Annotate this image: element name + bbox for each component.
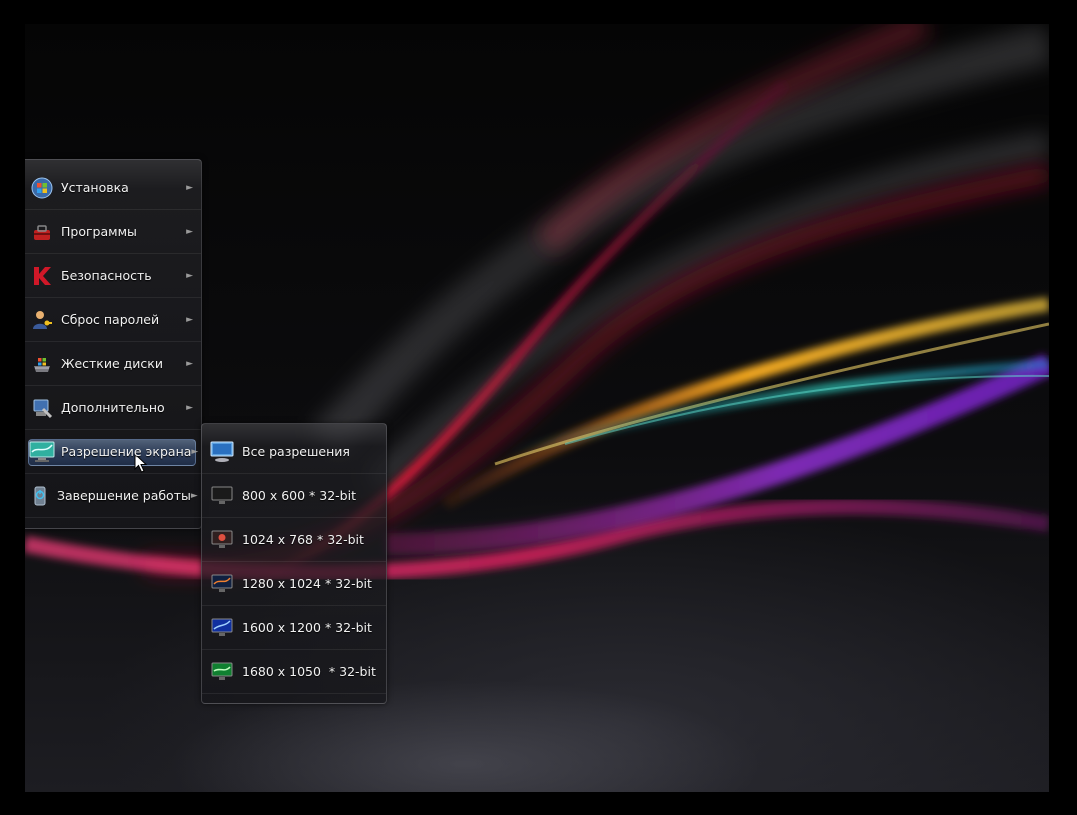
menu-item-advanced[interactable]: Дополнительно ► <box>25 386 201 430</box>
monitor-icon <box>29 439 55 465</box>
menu-item-screen-resolution[interactable]: Разрешение экрана ► <box>25 430 201 474</box>
monitor-icon <box>210 661 234 683</box>
main-menu: Установка ► Программы ► Безопасность ► С… <box>25 159 202 529</box>
menu-item-label: Жесткие диски <box>61 356 163 371</box>
windows-orb-icon <box>29 175 55 201</box>
submenu-item-label: 1680 x 1050 * 32-bit <box>242 664 376 679</box>
toolbox-icon <box>29 219 55 245</box>
monitor-icon <box>210 573 234 595</box>
monitor-icon <box>210 617 234 639</box>
hard-disk-icon <box>29 351 55 377</box>
chevron-right-icon: ► <box>190 490 198 501</box>
resolution-submenu: Все разрешения 800 x 600 * 32-bit 1024 x… <box>201 423 387 704</box>
menu-item-label: Дополнительно <box>61 400 165 415</box>
submenu-item-1024x768[interactable]: 1024 x 768 * 32-bit <box>202 518 386 562</box>
chevron-right-icon: ► <box>186 270 193 281</box>
submenu-item-1280x1024[interactable]: 1280 x 1024 * 32-bit <box>202 562 386 606</box>
submenu-item-label: 1024 x 768 * 32-bit <box>242 532 364 547</box>
chevron-right-icon: ► <box>191 446 199 457</box>
submenu-item-label: 1280 x 1024 * 32-bit <box>242 576 372 591</box>
submenu-item-all-resolutions[interactable]: Все разрешения <box>202 430 386 474</box>
menu-item-install[interactable]: Установка ► <box>25 166 201 210</box>
desktop: Установка ► Программы ► Безопасность ► С… <box>25 24 1049 792</box>
monitor-icon <box>210 441 234 463</box>
submenu-item-label: Все разрешения <box>242 444 350 459</box>
monitor-icon <box>210 529 234 551</box>
submenu-item-1600x1200[interactable]: 1600 x 1200 * 32-bit <box>202 606 386 650</box>
submenu-item-1680x1050[interactable]: 1680 x 1050 * 32-bit <box>202 650 386 694</box>
menu-item-label: Завершение работы <box>57 488 191 503</box>
menu-item-label: Программы <box>61 224 137 239</box>
menu-item-label: Разрешение экрана <box>61 444 192 459</box>
chevron-right-icon: ► <box>186 358 193 369</box>
menu-item-label: Установка <box>61 180 129 195</box>
submenu-item-label: 800 x 600 * 32-bit <box>242 488 356 503</box>
menu-item-shutdown[interactable]: Завершение работы ► <box>25 474 201 518</box>
shutdown-icon <box>29 483 51 509</box>
menu-item-label: Безопасность <box>61 268 152 283</box>
submenu-item-800x600[interactable]: 800 x 600 * 32-bit <box>202 474 386 518</box>
submenu-item-label: 1600 x 1200 * 32-bit <box>242 620 372 635</box>
menu-item-programs[interactable]: Программы ► <box>25 210 201 254</box>
user-key-icon <box>29 307 55 333</box>
chevron-right-icon: ► <box>186 226 193 237</box>
monitor-icon <box>210 485 234 507</box>
chevron-right-icon: ► <box>186 314 193 325</box>
menu-item-password-reset[interactable]: Сброс паролей ► <box>25 298 201 342</box>
menu-item-hard-disks[interactable]: Жесткие диски ► <box>25 342 201 386</box>
chevron-right-icon: ► <box>186 402 193 413</box>
kaspersky-icon <box>29 263 55 289</box>
chevron-right-icon: ► <box>186 182 193 193</box>
menu-item-security[interactable]: Безопасность ► <box>25 254 201 298</box>
menu-item-label: Сброс паролей <box>61 312 160 327</box>
tools-icon <box>29 395 55 421</box>
